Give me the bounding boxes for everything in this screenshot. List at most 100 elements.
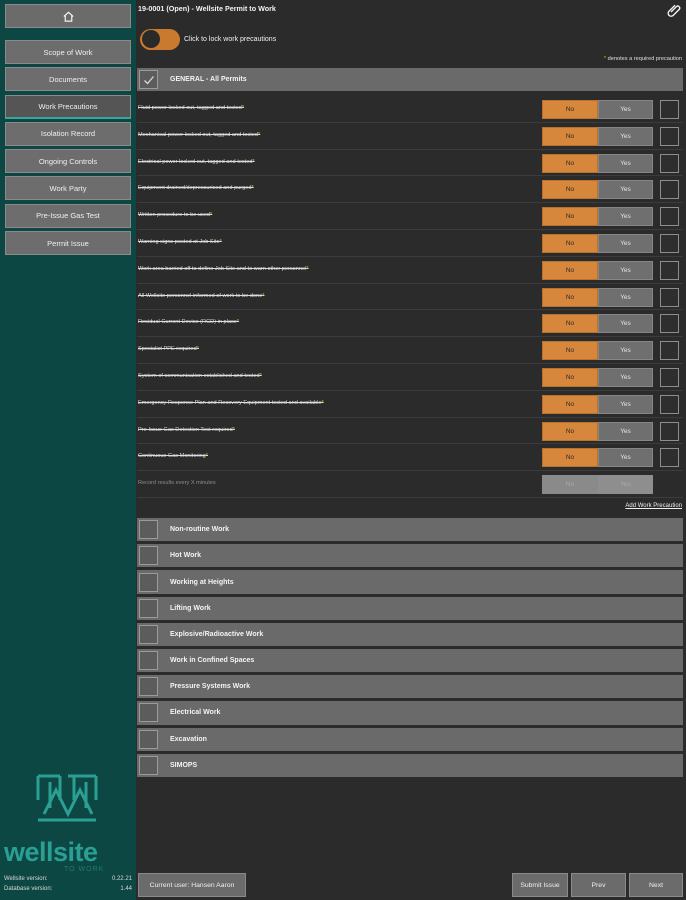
section-checkbox[interactable] (139, 651, 158, 671)
precaution-text: Emergency Response Plan and Recovery Equ… (138, 399, 324, 406)
no-option[interactable]: No (542, 207, 598, 227)
sidebar-item-isolation-record[interactable]: Isolation Record (5, 121, 131, 146)
precaution-checkbox[interactable] (660, 448, 679, 468)
no-option[interactable]: No (542, 233, 598, 253)
yes-no-selector-disabled: No Yes (542, 475, 653, 495)
section-checkbox[interactable] (139, 729, 158, 749)
section-checkbox[interactable] (139, 677, 158, 697)
section-simops[interactable]: SIMOPS (137, 753, 683, 777)
precaution-row: Fluid power locked out, tagged and teste… (137, 96, 683, 123)
precaution-checkbox[interactable] (660, 100, 679, 119)
precaution-checkbox[interactable] (660, 207, 679, 227)
section-non-routine-work[interactable]: Non-routine Work (137, 518, 683, 542)
next-button[interactable]: Next (629, 873, 683, 897)
section-checkbox[interactable] (139, 624, 158, 644)
section-checkbox[interactable] (139, 546, 158, 566)
no-option[interactable]: No (542, 341, 598, 361)
no-option[interactable]: No (542, 421, 598, 441)
section-general[interactable]: GENERAL - All Permits (137, 68, 683, 91)
attachment-button[interactable] (667, 3, 681, 22)
submit-issue-button[interactable]: Submit Issue (512, 873, 568, 897)
section-checkbox[interactable] (139, 755, 158, 775)
yes-option[interactable]: Yes (598, 314, 653, 334)
precaution-text: Pre-Issue Gas Detection Test required* (138, 426, 235, 433)
yes-no-selector: No Yes (542, 314, 653, 334)
section-checkbox[interactable] (139, 520, 158, 540)
logo-tagline: TO WORK (64, 866, 105, 873)
section-pressure-systems-work[interactable]: Pressure Systems Work (137, 675, 683, 699)
section-lifting-work[interactable]: Lifting Work (137, 596, 683, 620)
no-option[interactable]: No (542, 153, 598, 173)
yes-option[interactable]: Yes (598, 341, 653, 361)
precaution-checkbox[interactable] (660, 180, 679, 200)
precaution-checkbox[interactable] (660, 367, 679, 387)
precaution-row: System of communication established and … (137, 364, 683, 391)
precaution-text: Warning signs posted at Job Site* (138, 238, 222, 245)
precaution-checkbox[interactable] (660, 260, 679, 280)
add-work-precaution-link[interactable]: Add Work Precaution (625, 503, 682, 509)
precaution-row: Emergency Response Plan and Recovery Equ… (137, 391, 683, 418)
precaution-checkbox[interactable] (660, 341, 679, 361)
yes-option[interactable]: Yes (598, 207, 653, 227)
yes-no-selector: No Yes (542, 126, 653, 146)
precaution-checkbox[interactable] (660, 233, 679, 253)
no-option[interactable]: No (542, 180, 598, 200)
yes-option[interactable]: Yes (598, 448, 653, 468)
precaution-row: Mechanical power locked out, tagged and … (137, 123, 683, 150)
no-option[interactable]: No (542, 367, 598, 387)
no-option[interactable]: No (542, 100, 598, 119)
no-option[interactable]: No (542, 126, 598, 146)
section-title: Work in Confined Spaces (170, 657, 255, 665)
yes-option[interactable]: Yes (598, 153, 653, 173)
section-general-checkbox[interactable] (139, 70, 158, 89)
section-confined-spaces[interactable]: Work in Confined Spaces (137, 648, 683, 673)
precaution-text: Continuous Gas Monitoring* (138, 453, 208, 460)
precaution-text: Fluid power locked out, tagged and teste… (138, 105, 245, 111)
yes-option[interactable]: Yes (598, 233, 653, 253)
section-hot-work[interactable]: Hot Work (137, 544, 683, 568)
precaution-checkbox[interactable] (660, 421, 679, 441)
precaution-text: Electrical power locked out, tagged and … (138, 158, 255, 165)
section-excavation[interactable]: Excavation (137, 727, 683, 751)
section-checkbox[interactable] (139, 572, 158, 592)
precaution-row: Written procedure to be used* No Yes (137, 203, 683, 230)
precaution-checkbox[interactable] (660, 314, 679, 334)
sidebar-item-ongoing-controls[interactable]: Ongoing Controls (5, 149, 131, 174)
section-checkbox[interactable] (139, 703, 158, 723)
yes-option[interactable]: Yes (598, 126, 653, 146)
precaution-row: Residual Current Device (RCD) in place* … (137, 310, 683, 338)
section-working-at-heights[interactable]: Working at Heights (137, 570, 683, 594)
sidebar-item-scope-of-work[interactable]: Scope of Work (5, 40, 131, 64)
no-option[interactable]: No (542, 287, 598, 307)
no-option[interactable]: No (542, 448, 598, 468)
precaution-checkbox[interactable] (660, 394, 679, 414)
sidebar-item-work-party[interactable]: Work Party (5, 176, 131, 201)
no-option[interactable]: No (542, 260, 598, 280)
yes-option[interactable]: Yes (598, 421, 653, 441)
yes-option[interactable]: Yes (598, 260, 653, 280)
no-option[interactable]: No (542, 394, 598, 414)
precaution-checkbox[interactable] (660, 153, 679, 173)
home-button[interactable] (5, 4, 131, 28)
yes-option[interactable]: Yes (598, 180, 653, 200)
lock-precautions-toggle[interactable] (140, 28, 180, 50)
sidebar-item-pre-issue-gas-test[interactable]: Pre-Issue Gas Test (5, 203, 131, 228)
sidebar-item-work-precautions[interactable]: Work Precautions (5, 94, 131, 119)
no-option[interactable]: No (542, 314, 598, 334)
permit-sections: Non-routine Work Hot Work Working at Hei… (137, 518, 683, 780)
section-checkbox[interactable] (139, 598, 158, 618)
yes-option[interactable]: Yes (598, 287, 653, 307)
yes-option[interactable]: Yes (598, 394, 653, 414)
precaution-checkbox[interactable] (660, 287, 679, 307)
precaution-checkbox[interactable] (660, 126, 679, 146)
sidebar-item-permit-issue[interactable]: Permit Issue (5, 231, 131, 256)
yes-no-selector: No Yes (542, 180, 653, 200)
precaution-list: Fluid power locked out, tagged and teste… (137, 96, 683, 498)
sidebar-item-documents[interactable]: Documents (5, 67, 131, 92)
section-explosive-radioactive-work[interactable]: Explosive/Radioactive Work (137, 622, 683, 647)
section-electrical-work[interactable]: Electrical Work (137, 701, 683, 725)
prev-button[interactable]: Prev (571, 873, 626, 897)
yes-option[interactable]: Yes (598, 367, 653, 387)
current-user-button[interactable]: Current user: Hansen Aaron (138, 873, 246, 897)
yes-option[interactable]: Yes (598, 100, 653, 119)
